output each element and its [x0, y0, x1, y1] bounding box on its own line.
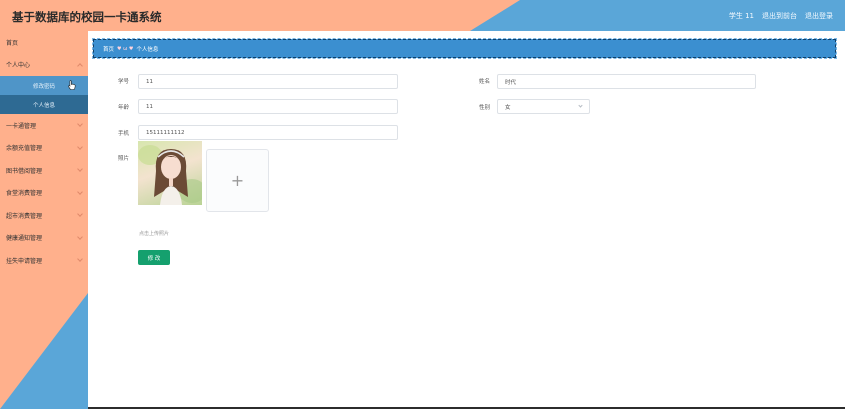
sidebar-item-label: 食堂消费管理	[6, 190, 43, 198]
heart-separator-icon: ♥ ω ♥	[117, 45, 134, 52]
sidebar-item-label: 健康通知管理	[6, 235, 43, 243]
chevron-up-icon	[77, 62, 83, 69]
sidebar-item-label: 余额充值管理	[6, 145, 43, 153]
phone-label: 手机	[118, 131, 130, 137]
phone-input[interactable]: 15111111112	[138, 125, 398, 140]
back-to-frontend-link[interactable]: 退出到前台	[762, 11, 797, 21]
profile-photo-illustration	[138, 145, 202, 205]
sidebar-item-library-management[interactable]: 图书借阅管理	[0, 159, 88, 182]
sidebar-item-personal-center[interactable]: 个人中心	[0, 54, 88, 77]
photo-upload-box[interactable]: +	[206, 149, 269, 212]
chevron-down-icon	[77, 233, 83, 240]
chevron-down-icon	[77, 188, 83, 195]
chevron-down-icon	[77, 256, 83, 262]
sidebar-item-label: 一卡通管理	[6, 122, 37, 130]
submit-button[interactable]: 修 改	[138, 250, 170, 265]
breadcrumb: 首页 ♥ ω ♥ 个人信息	[92, 38, 837, 59]
student-id-input[interactable]: 11	[138, 74, 398, 89]
bottom-divider	[88, 407, 845, 409]
student-id-label: 学号	[118, 79, 130, 85]
gender-label: 性别	[479, 105, 491, 111]
sidebar-item-health-notice-management[interactable]: 健康通知管理	[0, 227, 88, 250]
main-content: 首页 ♥ ω ♥ 个人信息 学号 11 姓名 时代 年龄 11 性别 女 手机 …	[88, 31, 845, 409]
chevron-down-icon	[77, 121, 83, 127]
sidebar-subitem-label: 修改密码	[32, 83, 55, 90]
chevron-down-icon	[77, 211, 83, 217]
name-input[interactable]: 时代	[497, 74, 756, 89]
sidebar-item-card-management[interactable]: 一卡通管理	[0, 114, 88, 137]
top-header: 基于数据库的校园一卡通系统 学生 11 退出到前台 退出登录	[0, 0, 845, 31]
sidebar-item-supermarket-management[interactable]: 超市消费管理	[0, 204, 88, 227]
chevron-down-icon	[77, 166, 83, 172]
breadcrumb-current: 个人信息	[136, 46, 159, 53]
gender-select-value: 女	[505, 104, 511, 111]
sidebar-item-label: 挂失申请管理	[6, 257, 43, 265]
sidebar-subitem-change-password[interactable]: 修改密码	[0, 76, 88, 95]
age-label: 年龄	[118, 105, 130, 111]
name-label: 姓名	[479, 79, 491, 85]
sidebar-item-label: 图书借阅管理	[6, 167, 43, 175]
sidebar-subitem-label: 个人信息	[32, 102, 55, 109]
sidebar-item-recharge-management[interactable]: 余额充值管理	[0, 137, 88, 160]
upload-tip: 点击上传照片	[139, 231, 170, 237]
sidebar-item-home[interactable]: 首页	[0, 31, 88, 54]
sidebar-submenu: 修改密码 个人信息	[0, 76, 88, 114]
sidebar-item-label: 超市消费管理	[6, 212, 43, 220]
logout-link[interactable]: 退出登录	[805, 11, 833, 21]
profile-photo	[138, 141, 202, 205]
photo-label: 照片	[118, 156, 130, 162]
user-name: 学生 11	[728, 12, 754, 20]
chevron-down-icon	[578, 103, 583, 108]
sidebar-item-label: 首页	[6, 39, 19, 47]
app-title: 基于数据库的校园一卡通系统	[12, 10, 162, 24]
age-input[interactable]: 11	[138, 99, 398, 114]
header-user-area: 学生 11 退出到前台 退出登录	[729, 11, 833, 21]
sidebar-blue-triangle	[0, 293, 88, 409]
sidebar-item-label: 个人中心	[6, 62, 31, 70]
sidebar-item-loss-report-management[interactable]: 挂失申请管理	[0, 249, 88, 272]
breadcrumb-home[interactable]: 首页	[103, 45, 114, 53]
plus-icon: +	[230, 170, 245, 190]
hand-cursor-icon	[68, 80, 76, 90]
sidebar-item-canteen-management[interactable]: 食堂消费管理	[0, 182, 88, 205]
sidebar-subitem-personal-info[interactable]: 个人信息	[0, 95, 88, 114]
sidebar: 首页 个人中心 修改密码 个人信息 一卡通管理 余额充值管理 图书借阅管理 食堂…	[0, 31, 88, 409]
chevron-down-icon	[77, 143, 83, 150]
gender-select[interactable]: 女	[497, 99, 590, 114]
